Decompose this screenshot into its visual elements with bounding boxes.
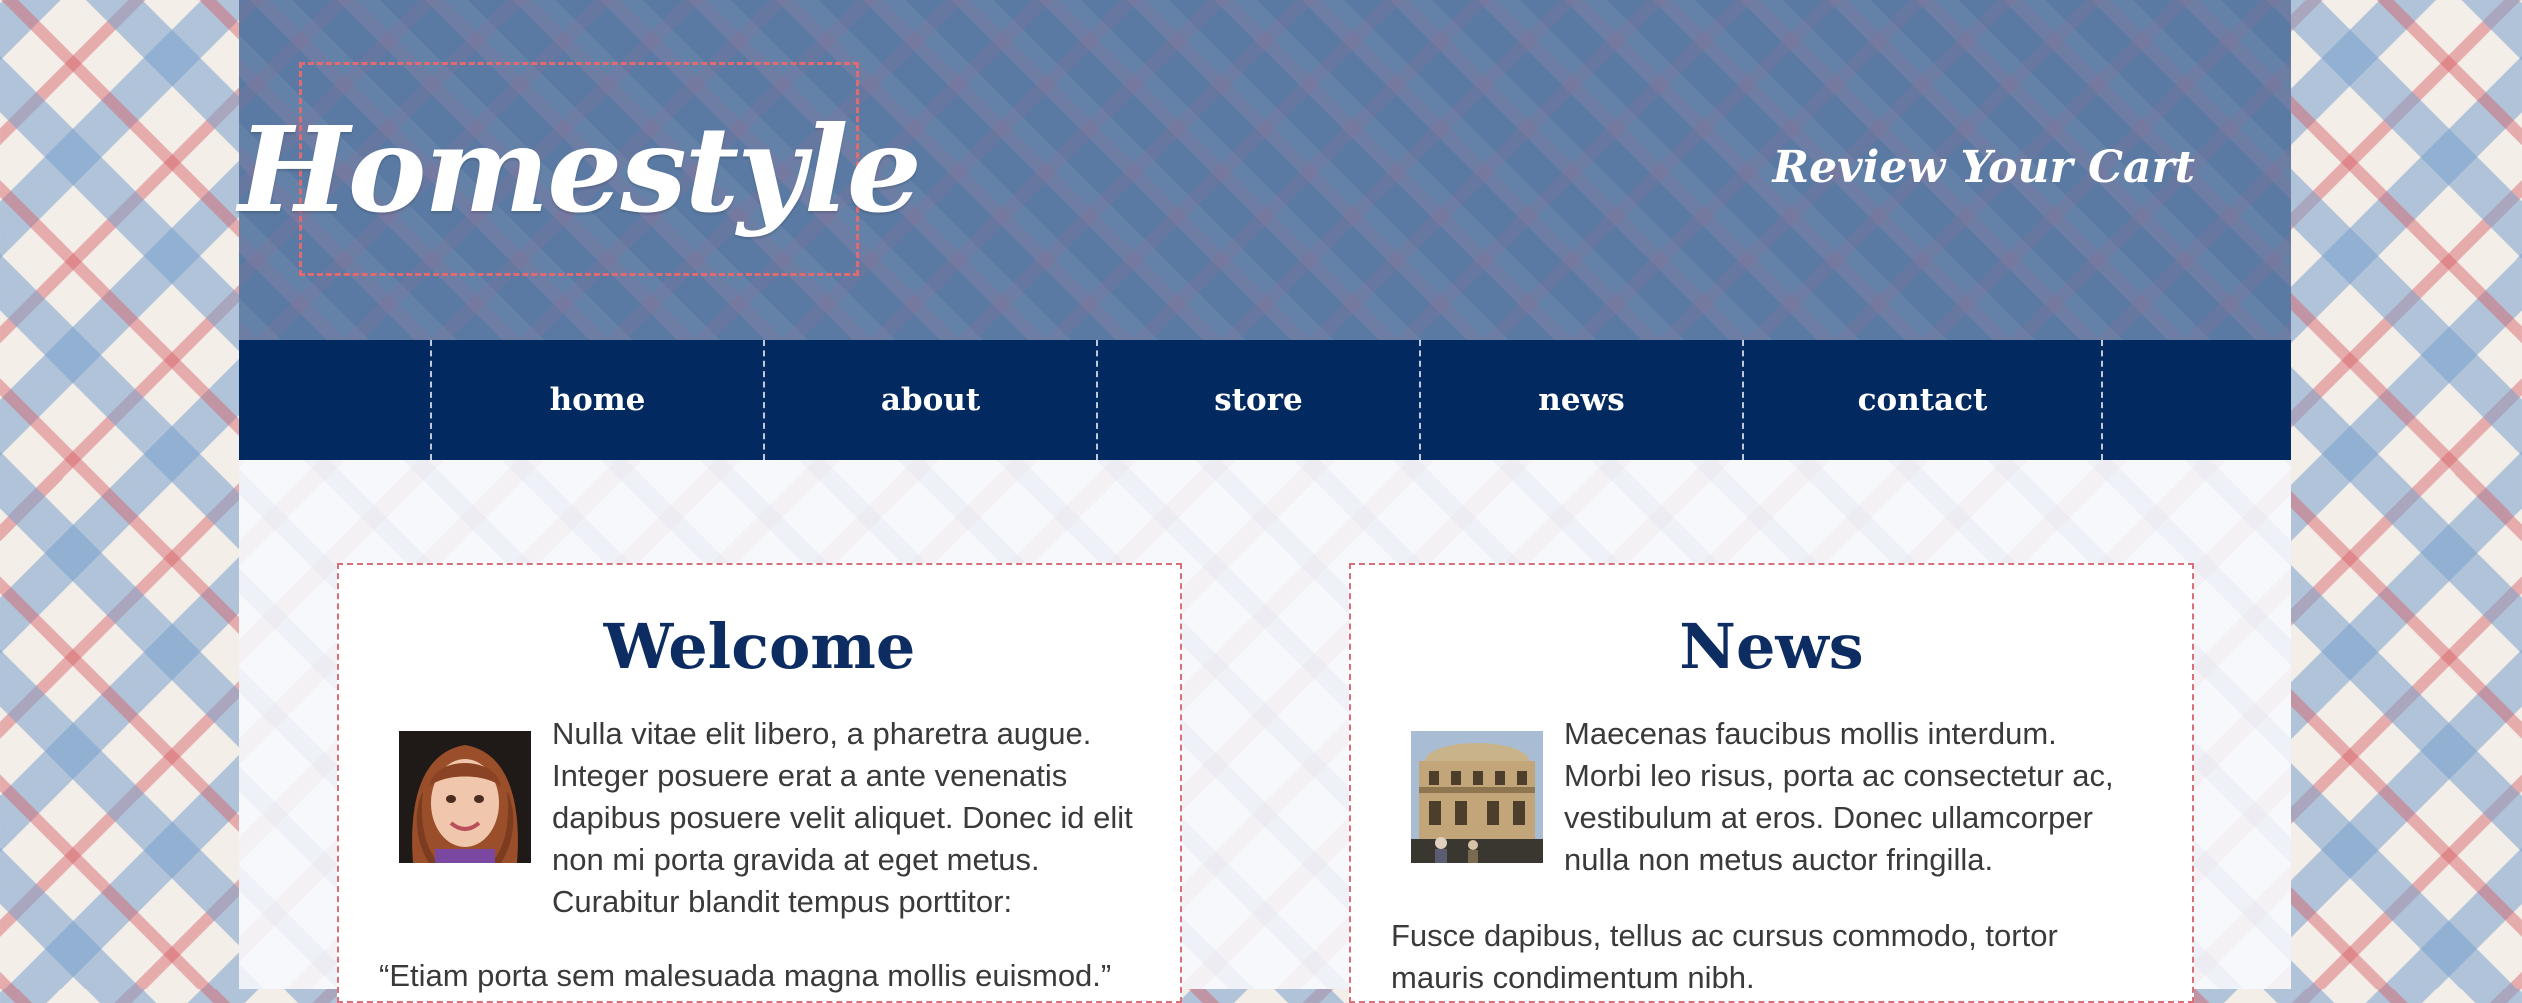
news-paragraph: Fusce dapibus, tellus ac cursus commodo,… [1391,915,2058,999]
nav-item-contact[interactable]: contact [1744,340,2103,460]
news-title: News [1679,610,1864,683]
welcome-intro: Nulla vitae elit libero, a pharetra augu… [552,713,1133,923]
news-line: nulla non metus auctor fringilla. [1564,842,1994,877]
review-cart-link[interactable]: Review Your Cart [1773,142,2196,193]
welcome-line: dapibus posuere velit aliquet. Donec id … [552,800,1133,835]
news-intro: Maecenas faucibus mollis interdum. Morbi… [1564,713,2114,881]
nav-item-home[interactable]: home [432,340,765,460]
welcome-card: Welcome Nulla vitae elit libero, a phare… [337,563,1182,1003]
page-container: Homestyle Review Your Cart home about st… [238,0,2291,1003]
welcome-quote: “Etiam porta sem malesuada magna mollis … [379,958,1112,993]
news-line: Maecenas faucibus mollis interdum. [1564,716,2057,751]
nav-item-news[interactable]: news [1421,340,1744,460]
news-card: News Maecenas faucibus mollis interdum. … [1349,563,2194,1003]
portrait-photo [399,731,531,863]
welcome-title: Welcome [603,610,916,683]
news-line: Morbi leo risus, porta ac consectetur ac… [1564,758,2114,793]
site-header: Homestyle Review Your Cart [238,0,2291,340]
nav-items: home about store news contact [430,340,2103,460]
news-paragraph-line: mauris condimentum nibh. [1391,960,1755,995]
main-nav: home about store news contact [239,340,2291,460]
logo-box[interactable]: Homestyle [238,62,922,276]
nav-item-about[interactable]: about [765,340,1098,460]
welcome-line: Integer posuere erat a ante venenatis [552,758,1068,793]
news-paragraph-line: Fusce dapibus, tellus ac cursus commodo,… [1391,918,2058,953]
welcome-line: Nulla vitae elit libero, a pharetra augu… [552,716,1092,751]
nav-item-store[interactable]: store [1098,340,1421,460]
building-photo [1411,731,1543,863]
welcome-line: non mi porta gravida at eget metus. [552,842,1040,877]
site-logo[interactable]: Homestyle [238,100,922,239]
news-line: vestibulum at eros. Donec ullamcorper [1564,800,2093,835]
welcome-line: Curabitur blandit tempus porttitor: [552,884,1013,919]
